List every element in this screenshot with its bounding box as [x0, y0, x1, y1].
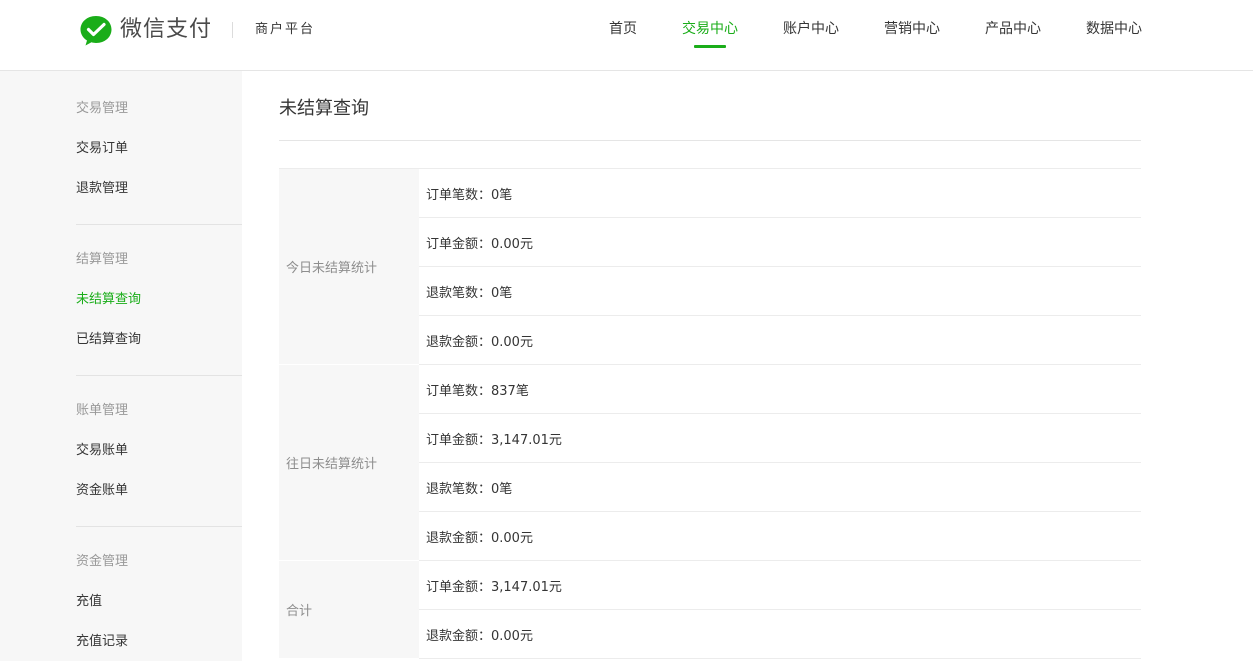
nav-trade-center[interactable]: 交易中心 [682, 19, 738, 39]
sidebar-item-refund-management[interactable]: 退款管理 [76, 180, 128, 198]
top-header: 微信支付 商户平台 首页 交易中心 账户中心 营销中心 产品中心 数据中心 [0, 0, 1253, 71]
sidebar: 交易管理 交易订单 退款管理 结算管理 未结算查询 已结算查询 账单管理 交易账… [0, 71, 242, 661]
sidebar-group-bill-management: 账单管理 [76, 403, 129, 418]
table-row: 退款金额：0.00元 [419, 316, 1141, 365]
sidebar-divider [76, 224, 242, 225]
sidebar-group-trade-management: 交易管理 [76, 101, 129, 116]
brand-name[interactable]: 微信支付 [120, 14, 212, 46]
sidebar-item-trade-orders[interactable]: 交易订单 [76, 140, 128, 158]
table-row: 订单金额：0.00元 [419, 218, 1141, 267]
sidebar-item-recharge-records[interactable]: 充值记录 [76, 633, 128, 651]
sidebar-group-fund-management: 资金管理 [76, 554, 129, 569]
table-row: 退款金额：0.00元 [419, 512, 1141, 561]
nav-data-center[interactable]: 数据中心 [1086, 19, 1142, 39]
table-row: 退款笔数：0笔 [419, 463, 1141, 512]
sidebar-item-unsettled-query[interactable]: 未结算查询 [76, 291, 141, 309]
sidebar-item-trade-bill[interactable]: 交易账单 [76, 442, 128, 460]
sidebar-item-recharge[interactable]: 充值 [76, 593, 102, 611]
platform-name: 商户平台 [255, 22, 316, 37]
stats-section-today: 今日未结算统计 订单笔数：0笔 订单金额：0.00元 退款笔数：0笔 退款金额：… [279, 169, 1141, 365]
brand-divider [232, 22, 233, 38]
table-row: 退款笔数：0笔 [419, 267, 1141, 316]
sidebar-divider [76, 375, 242, 376]
sidebar-item-settled-query[interactable]: 已结算查询 [76, 331, 141, 349]
title-divider [279, 140, 1141, 141]
table-row: 订单笔数：0笔 [419, 169, 1141, 218]
nav-marketing-center[interactable]: 营销中心 [884, 19, 940, 39]
table-row: 订单笔数：837笔 [419, 365, 1141, 414]
stats-section-past: 往日未结算统计 订单笔数：837笔 订单金额：3,147.01元 退款笔数：0笔… [279, 365, 1141, 561]
sidebar-divider [76, 526, 242, 527]
stats-section-total: 合计 订单金额：3,147.01元 退款金额：0.00元 [279, 561, 1141, 659]
sidebar-item-fund-bill[interactable]: 资金账单 [76, 482, 128, 500]
table-row: 订单金额：3,147.01元 [419, 561, 1141, 610]
nav-account-center[interactable]: 账户中心 [783, 19, 839, 39]
section-label: 今日未结算统计 [279, 169, 419, 365]
section-label: 合计 [279, 561, 419, 659]
wechat-pay-logo-icon[interactable] [79, 14, 113, 48]
sidebar-group-settlement-management: 结算管理 [76, 252, 129, 267]
nav-active-indicator [694, 45, 726, 48]
nav-home[interactable]: 首页 [609, 19, 637, 39]
page-title: 未结算查询 [279, 98, 369, 119]
table-row: 订单金额：3,147.01元 [419, 414, 1141, 463]
unsettled-stats-table: 今日未结算统计 订单笔数：0笔 订单金额：0.00元 退款笔数：0笔 退款金额：… [279, 168, 1141, 659]
table-row: 退款金额：0.00元 [419, 610, 1141, 659]
section-label: 往日未结算统计 [279, 365, 419, 561]
nav-product-center[interactable]: 产品中心 [985, 19, 1041, 39]
